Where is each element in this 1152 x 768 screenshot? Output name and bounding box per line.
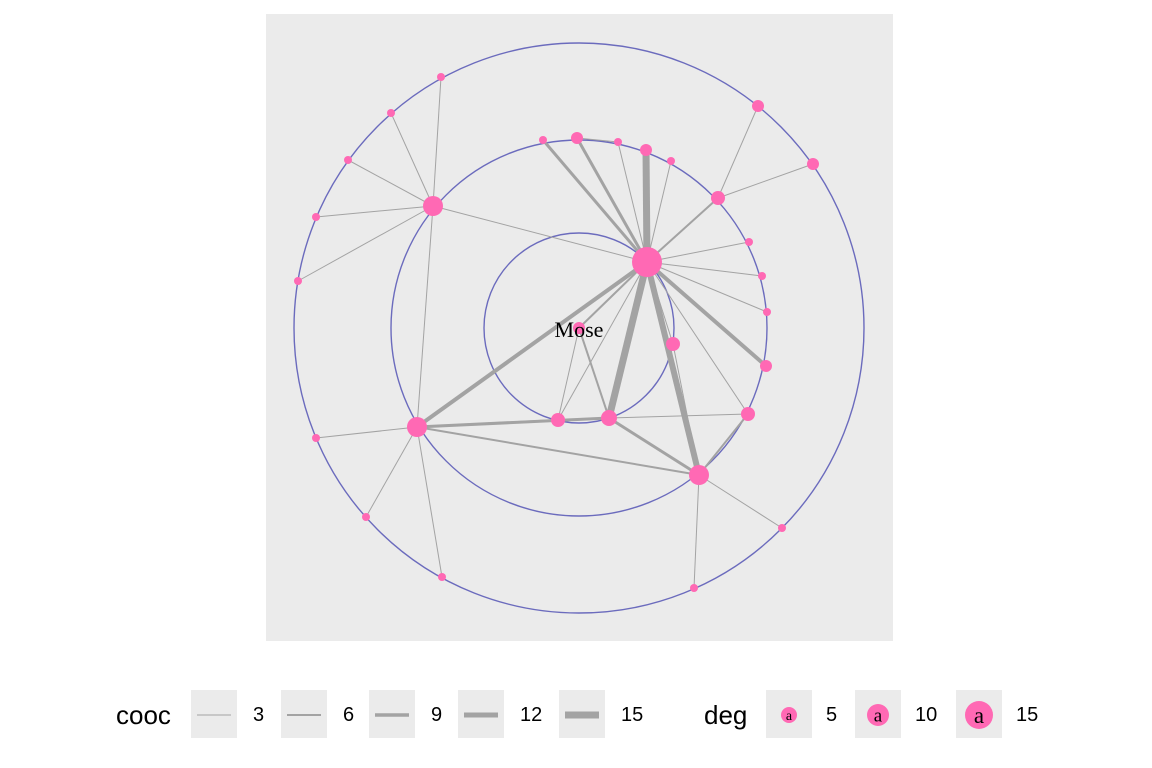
node (614, 138, 622, 146)
cooc-key-label: 15 (621, 704, 644, 726)
node (539, 136, 547, 144)
legend: cooc 3 6 9 12 15 deg a 5 a 10 a 15 (0, 690, 1152, 746)
cooc-key (191, 690, 237, 738)
node (758, 272, 766, 280)
center-node-label: Mose (555, 317, 604, 342)
node (601, 410, 617, 426)
node (407, 417, 427, 437)
node (640, 144, 652, 156)
edge-1 (642, 149, 651, 263)
node (571, 132, 583, 144)
deg-legend-title: deg (704, 700, 748, 730)
node (551, 413, 565, 427)
cooc-key-label: 12 (520, 704, 543, 726)
cooc-key (281, 690, 327, 738)
node (344, 156, 352, 164)
node (752, 100, 764, 112)
node (362, 513, 370, 521)
cooc-key (559, 690, 605, 738)
svg-text:a: a (786, 709, 793, 724)
cooc-key (458, 690, 504, 738)
node (312, 213, 320, 221)
node (778, 524, 786, 532)
cooc-key-label: 3 (253, 704, 265, 726)
node (667, 157, 675, 165)
svg-text:a: a (974, 703, 984, 728)
node (711, 191, 725, 205)
node (745, 238, 753, 246)
node (741, 407, 755, 421)
node (666, 337, 680, 351)
node (690, 584, 698, 592)
node (807, 158, 819, 170)
deg-key: a (956, 690, 1002, 738)
deg-key-label: 10 (915, 704, 938, 726)
deg-key: a (766, 690, 812, 738)
cooc-key-label: 6 (343, 704, 355, 726)
cooc-legend-title: cooc (116, 700, 171, 730)
node (438, 573, 446, 581)
node (423, 196, 443, 216)
node (632, 247, 662, 277)
deg-key-label: 5 (826, 704, 838, 726)
deg-key: a (855, 690, 901, 738)
node (437, 73, 445, 81)
cooc-key-label: 9 (431, 704, 443, 726)
node (689, 465, 709, 485)
node (763, 308, 771, 316)
node (312, 434, 320, 442)
node (294, 277, 302, 285)
deg-key-label: 15 (1016, 704, 1039, 726)
node (387, 109, 395, 117)
cooc-key (369, 690, 415, 738)
svg-text:a: a (874, 706, 883, 727)
node (760, 360, 772, 372)
network-plot: Mose (266, 14, 893, 641)
